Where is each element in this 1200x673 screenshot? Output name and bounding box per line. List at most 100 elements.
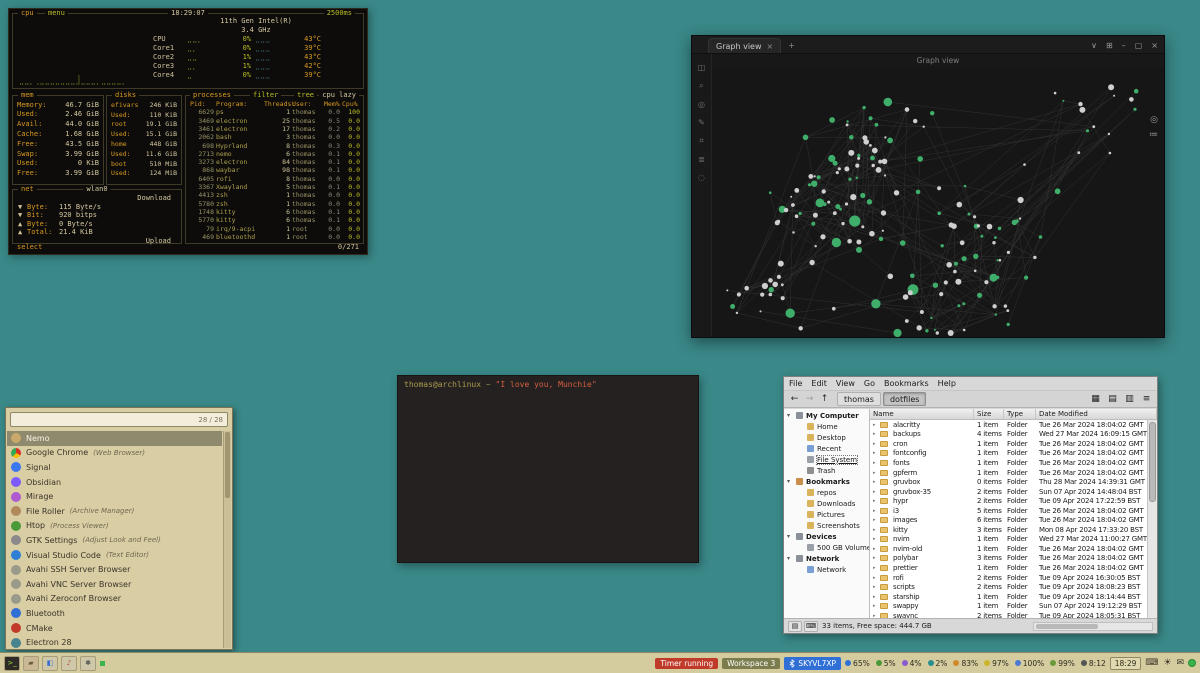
- process-row[interactable]: 3273 electron 84 thomas 0.1 0.0: [186, 158, 363, 166]
- fm-sidebar-item[interactable]: Downloads: [784, 498, 869, 509]
- launcher-item[interactable]: Avahi SSH Server Browser: [7, 562, 222, 577]
- graph-filter-icon[interactable]: ≔: [1149, 130, 1158, 140]
- tab-close-icon[interactable]: ×: [767, 42, 774, 51]
- launcher-scrollbar[interactable]: [223, 431, 231, 648]
- row-expander-icon[interactable]: ▸: [873, 498, 878, 504]
- process-column-header[interactable]: Program:: [216, 100, 262, 108]
- fm-file-row[interactable]: ▸ gpferm 1 item Folder Tue 26 Mar 2024 1…: [870, 468, 1147, 478]
- fm-sidebar-item[interactable]: ▾ My Computer: [784, 410, 869, 421]
- launcher-item[interactable]: File Roller (Archive Manager): [7, 504, 222, 519]
- workspace-badge[interactable]: Workspace 3: [722, 658, 780, 669]
- fm-sidebar-item[interactable]: File System: [784, 454, 869, 465]
- launcher-item[interactable]: CMake: [7, 621, 222, 636]
- btop-menu-button[interactable]: menu: [45, 9, 68, 18]
- fm-file-row[interactable]: ▸ scripts 2 items Folder Tue 09 Apr 2024…: [870, 582, 1147, 592]
- process-column-header[interactable]: Cpu%: [342, 100, 360, 108]
- fm-file-row[interactable]: ▸ backups 4 items Folder Wed 27 Mar 2024…: [870, 430, 1147, 440]
- fm-sidebar-item[interactable]: Recent: [784, 443, 869, 454]
- fm-file-row[interactable]: ▸ nvim 1 item Folder Wed 27 Mar 2024 11:…: [870, 535, 1147, 545]
- launcher-item[interactable]: Signal: [7, 460, 222, 475]
- fm-file-row[interactable]: ▸ polybar 3 items Folder Tue 26 Mar 2024…: [870, 554, 1147, 564]
- expander-icon[interactable]: ▾: [787, 555, 793, 562]
- btop-tree-button[interactable]: tree: [294, 91, 317, 100]
- terminal-window[interactable]: thomas@archlinux ~ "I love you, Munchie": [397, 375, 699, 563]
- timer-badge[interactable]: Timer running: [655, 658, 718, 669]
- launcher-item[interactable]: Htop (Process Viewer): [7, 519, 222, 534]
- fm-file-row[interactable]: ▸ cron 1 item Folder Tue 26 Mar 2024 18:…: [870, 439, 1147, 449]
- row-expander-icon[interactable]: ▸: [873, 441, 878, 447]
- fm-file-row[interactable]: ▸ swaync 2 items Folder Tue 09 Apr 2024 …: [870, 611, 1147, 618]
- fm-file-row[interactable]: ▸ fonts 1 item Folder Tue 26 Mar 2024 18…: [870, 458, 1147, 468]
- layout-icon[interactable]: ⊞: [1106, 41, 1113, 50]
- fm-vertical-scrollbar[interactable]: [1147, 420, 1157, 618]
- search-icon[interactable]: ⌕: [699, 81, 703, 91]
- row-expander-icon[interactable]: ▸: [873, 450, 878, 456]
- notifications-icon[interactable]: ✉: [1176, 658, 1184, 668]
- expander-icon[interactable]: ▾: [787, 478, 793, 485]
- graph-canvas[interactable]: [712, 67, 1164, 337]
- process-row[interactable]: 3367 Xwayland 5 thomas 0.1 0.0: [186, 183, 363, 191]
- fm-file-row[interactable]: ▸ images 6 items Folder Tue 26 Mar 2024 …: [870, 515, 1147, 525]
- fm-sidebar-item[interactable]: ▾ Devices: [784, 531, 869, 542]
- launcher-search-input[interactable]: [11, 415, 198, 424]
- process-column-header[interactable]: User:: [292, 100, 322, 108]
- row-expander-icon[interactable]: ▸: [873, 470, 878, 476]
- fm-sidebar-item[interactable]: repos: [784, 487, 869, 498]
- launcher-search-box[interactable]: 28 / 28: [10, 412, 228, 427]
- fm-file-row[interactable]: ▸ fontconfig 1 item Folder Tue 26 Mar 20…: [870, 449, 1147, 459]
- launcher-item[interactable]: GTK Settings (Adjust Look and Feel): [7, 533, 222, 548]
- tray-stat[interactable]: 8:12: [1081, 659, 1106, 668]
- breadcrumb[interactable]: thomas: [837, 392, 881, 406]
- process-column-header[interactable]: Threads:: [264, 100, 290, 108]
- process-row[interactable]: 698 Hyprland 8 thomas 0.3 0.0: [186, 141, 363, 149]
- process-row[interactable]: 3461 electron 17 thomas 0.2 0.0: [186, 125, 363, 133]
- fm-column-header[interactable]: Name: [870, 409, 974, 419]
- settings-launcher[interactable]: ✱: [80, 656, 96, 671]
- btop-net-title[interactable]: net: [18, 185, 37, 194]
- side-pane-icon[interactable]: ▤: [788, 621, 802, 632]
- fm-sidebar-item[interactable]: Pictures: [784, 509, 869, 520]
- outline-icon[interactable]: ≣: [698, 155, 705, 164]
- files-icon[interactable]: ◫: [698, 63, 706, 72]
- launcher-item[interactable]: Bluetooth: [7, 606, 222, 621]
- process-row[interactable]: 2062 bash 3 thomas 0.0 0.0: [186, 133, 363, 141]
- row-expander-icon[interactable]: ▸: [873, 489, 878, 495]
- tray-stat[interactable]: 99%: [1050, 659, 1075, 668]
- process-row[interactable]: 5780 zsh 1 thomas 0.0 0.0: [186, 200, 363, 208]
- fm-sidebar-item[interactable]: Trash: [784, 465, 869, 476]
- graph-icon[interactable]: ◎: [698, 100, 705, 109]
- row-expander-icon[interactable]: ▸: [873, 565, 878, 571]
- launcher-item[interactable]: Obsidian: [7, 475, 222, 490]
- btop-sort-mode[interactable]: cpu lazy: [319, 91, 359, 100]
- fm-vertical-scrollbar-thumb[interactable]: [1149, 422, 1156, 502]
- icon-view-button[interactable]: ▦: [1089, 392, 1102, 406]
- tray-stat[interactable]: 100%: [1015, 659, 1044, 668]
- launcher-item[interactable]: Visual Studio Code (Text Editor): [7, 548, 222, 563]
- launcher-item[interactable]: Mirage: [7, 489, 222, 504]
- btop-processes-title[interactable]: processes: [190, 91, 234, 100]
- brightness-icon[interactable]: ☀: [1163, 658, 1171, 668]
- launcher-item[interactable]: Electron 28: [7, 635, 222, 648]
- row-expander-icon[interactable]: ▸: [873, 517, 878, 523]
- fm-file-row[interactable]: ▸ alacritty 1 item Folder Tue 26 Mar 202…: [870, 420, 1147, 430]
- process-row[interactable]: 2713 nemo 6 thomas 0.1 0.0: [186, 150, 363, 158]
- launcher-item[interactable]: Nemo: [7, 431, 222, 446]
- breadcrumb[interactable]: dotfiles: [883, 392, 926, 406]
- dropdown-icon[interactable]: ∨: [1091, 41, 1097, 50]
- btop-select-hint[interactable]: select: [17, 243, 42, 252]
- fm-column-header[interactable]: Type: [1004, 409, 1036, 419]
- fm-sidebar-item[interactable]: 500 GB Volume: [784, 542, 869, 553]
- process-row[interactable]: 1748 kitty 6 thomas 0.1 0.0: [186, 208, 363, 216]
- btop-mem-title[interactable]: mem: [18, 91, 37, 100]
- fm-menu-item[interactable]: Go: [864, 379, 875, 388]
- tray-stat[interactable]: 2%: [928, 659, 948, 668]
- editor-launcher[interactable]: ◧: [42, 656, 58, 671]
- row-expander-icon[interactable]: ▸: [873, 546, 878, 552]
- row-expander-icon[interactable]: ▸: [873, 460, 878, 466]
- fm-file-row[interactable]: ▸ rofi 2 items Folder Tue 09 Apr 2024 16…: [870, 573, 1147, 583]
- tray-stat[interactable]: 4%: [902, 659, 922, 668]
- btop-cpu-title[interactable]: cpu: [18, 9, 37, 18]
- launcher-item[interactable]: Google Chrome (Web Browser): [7, 446, 222, 461]
- row-expander-icon[interactable]: ▸: [873, 603, 878, 609]
- process-row[interactable]: 6629 ps 1 thomas 0.0 100: [186, 108, 363, 116]
